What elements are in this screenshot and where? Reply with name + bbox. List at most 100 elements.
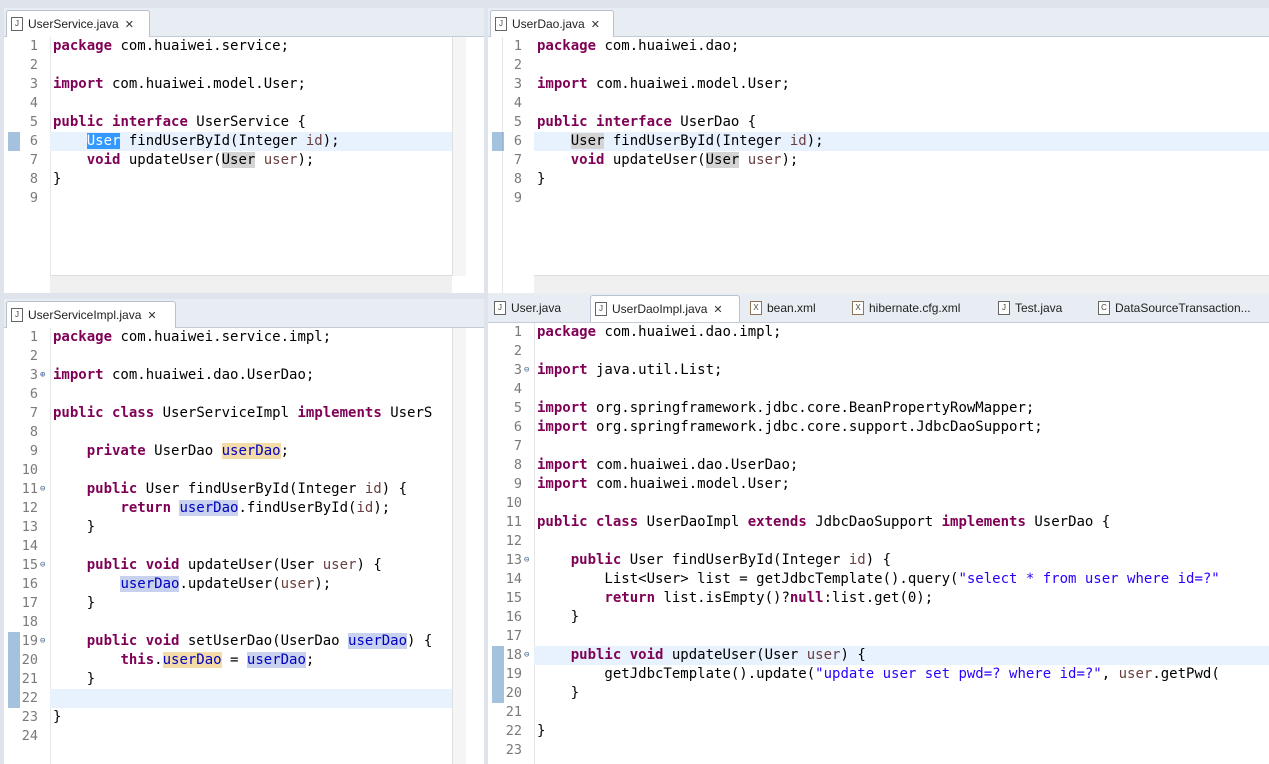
line-number: 18 [21,614,38,630]
code-line: 22} [488,722,1268,741]
code-line: 24 [4,727,464,746]
code-text: } [53,595,96,611]
code-text: } [537,685,580,701]
code-line: 10 [488,494,1268,513]
close-icon[interactable]: ✕ [591,18,600,31]
code-line: 13 public User findUserById(Integer id) … [488,551,1268,570]
collapse-icon[interactable]: ⊖ [524,366,533,375]
code-text: import com.huaiwei.dao.UserDao; [537,457,799,473]
code-text: void updateUser(User user); [570,152,799,168]
code-text: package com.huaiwei.dao; [537,38,740,54]
line-number: 22 [505,723,522,739]
overview-ruler[interactable] [452,37,466,276]
line-number: 4 [513,95,522,111]
line-number: 12 [505,533,522,549]
code-text: getJdbcTemplate().update("update user se… [537,666,1220,682]
line-number: 21 [21,671,38,687]
tab-userserviceimpl-java[interactable]: J UserServiceImpl.java ✕ [6,301,176,328]
code-text: User findUserById(Integer id); [570,133,824,149]
editor-pane-userdaoimpl: J User.java J UserDaoImpl.java ✕ X bean.… [488,293,1269,764]
line-number: 5 [513,114,522,130]
code-text: import com.huaiwei.model.User; [537,476,790,492]
line-number: 7 [29,405,38,421]
line-number: 6 [29,386,38,402]
code-line: 12 return userDao.findUserById(id); [4,499,464,518]
code-line: 10 [4,461,464,480]
tab-label: Test.java [1015,301,1063,315]
code-editor[interactable]: 1 package com.huaiwei.dao; 2 3 import com.hu… [488,37,1269,293]
code-line: 23 [488,741,1268,760]
code-line: 16 } [488,608,1268,627]
code-text: } [53,519,96,535]
line-number: 15 [505,590,522,606]
code-text: import java.util.List; [537,362,723,378]
code-text: public interface UserService { [53,114,306,130]
tab-bar: J User.java J UserDaoImpl.java ✕ X bean.… [488,293,1269,323]
code-line: 20 this.userDao = userDao; [4,651,464,670]
tab-hibernate-cfg-xml[interactable]: X hibernate.cfg.xml [848,295,983,321]
horizontal-scrollbar[interactable] [534,275,1269,293]
overview-ruler[interactable] [452,328,466,764]
code-line: 6 User findUserById(Integer id); [488,132,1258,151]
code-line: 2 [4,347,464,366]
java-file-icon: J [11,308,23,322]
code-line: 2 [488,342,1268,361]
code-line: 9 import com.huaiwei.model.User; [488,475,1268,494]
tab-userdaoimpl-java[interactable]: J UserDaoImpl.java ✕ [590,295,740,322]
line-number: 5 [29,114,38,130]
close-icon[interactable]: ✕ [713,303,722,316]
code-line: 8} [4,170,464,189]
code-text: void updateUser(User user); [86,152,315,168]
code-line: 21 } [4,670,464,689]
code-line: 3 import com.huaiwei.model.User; [488,75,1258,94]
line-number: 8 [29,171,38,187]
code-text: public class UserServiceImpl implements … [53,405,433,421]
code-line: 18 public void updateUser(User user) {⊖ [488,646,1268,665]
line-number: 17 [505,628,522,644]
code-editor[interactable]: 1 package com.huaiwei.service; 2 3 import co… [4,37,484,293]
collapse-icon[interactable]: ⊖ [40,561,49,570]
tab-label: User.java [511,301,562,315]
code-text: List<User> list = getJdbcTemplate().quer… [537,571,1220,587]
line-number: 22 [21,690,38,706]
code-text: import com.huaiwei.model.User; [537,76,790,92]
code-text: import com.huaiwei.dao.UserDao; [53,367,315,383]
close-icon[interactable]: ✕ [125,18,134,31]
code-line: 22 [4,689,464,708]
tab-userservice-java[interactable]: J UserService.java ✕ [6,10,150,37]
collapse-icon[interactable]: ⊖ [40,637,49,646]
line-number: 10 [505,495,522,511]
code-line: 21 [488,703,1268,722]
line-number: 10 [21,462,38,478]
tab-label: UserServiceImpl.java [28,308,142,322]
tab-userdao-java[interactable]: J UserDao.java ✕ [490,10,614,37]
expand-icon[interactable]: ⊕ [40,371,49,380]
code-line: 15 public void updateUser(User user) {⊖ [4,556,464,575]
tab-user-java[interactable]: J User.java [490,295,585,321]
collapse-icon[interactable]: ⊖ [524,651,533,660]
code-line: 4 [4,94,464,113]
line-number: 2 [513,57,522,73]
code-line: 9 [488,189,1258,208]
line-number: 1 [29,329,38,345]
collapse-icon[interactable]: ⊖ [524,556,533,565]
horizontal-scrollbar[interactable] [50,275,452,293]
editor-pane-userdao: J UserDao.java ✕ 1 package com.huaiwei.da… [488,8,1269,293]
code-text: public User findUserById(Integer id) { [570,552,892,568]
code-editor[interactable]: 1 package com.huaiwei.service.impl; 2 3 impo… [4,328,484,764]
collapse-icon[interactable]: ⊖ [40,485,49,494]
code-line: 8 import com.huaiwei.dao.UserDao; [488,456,1268,475]
tab-label: bean.xml [767,301,816,315]
code-editor[interactable]: 1 package com.huaiwei.dao.impl; 2 3 import j… [488,323,1269,764]
xml-file-icon: X [750,301,762,315]
line-number: 3 [513,362,522,378]
code-line: 1 package com.huaiwei.dao; [488,37,1258,56]
java-file-icon: J [494,301,506,315]
tab-datasourcetransaction[interactable]: C DataSourceTransaction... [1094,295,1269,321]
tab-bean-xml[interactable]: X bean.xml [746,295,836,321]
close-icon[interactable]: ✕ [147,309,156,322]
code-text: User findUserById(Integer id); [86,133,340,149]
code-line: 5 import org.springframework.jdbc.core.Be… [488,399,1268,418]
line-number: 7 [513,438,522,454]
tab-test-java[interactable]: J Test.java [994,295,1084,321]
